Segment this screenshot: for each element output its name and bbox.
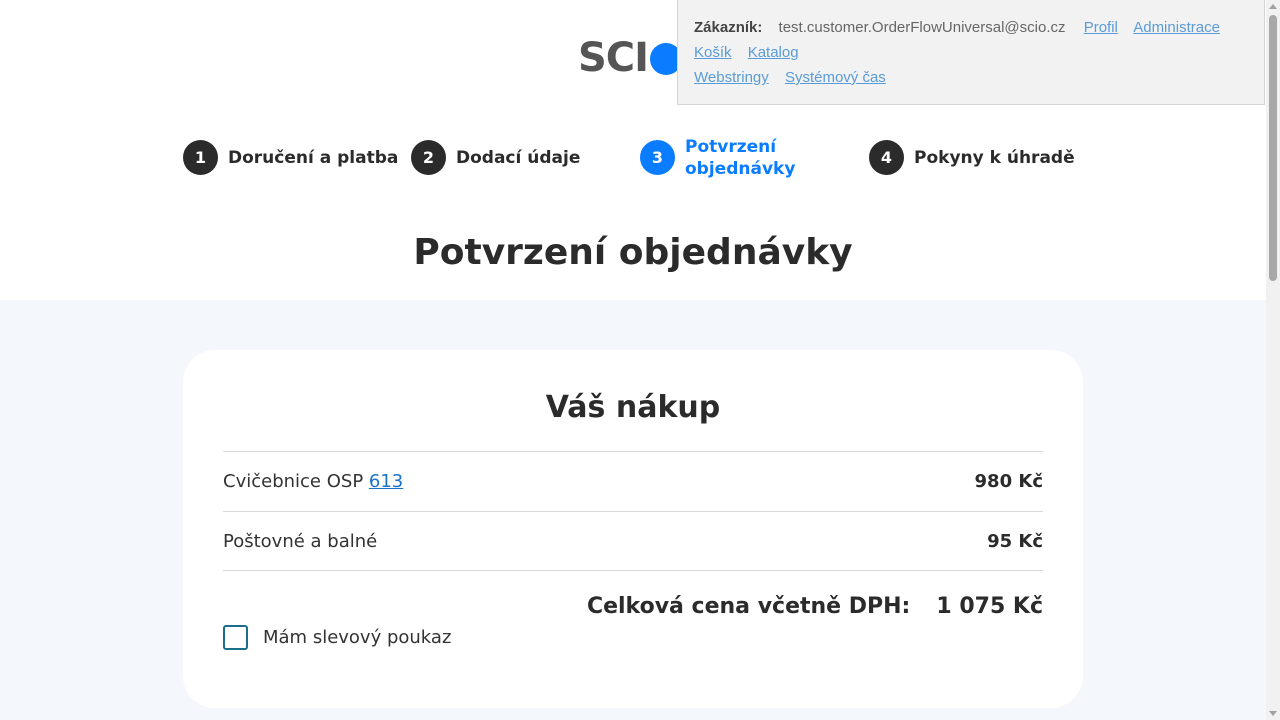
dev-panel-row: Webstringy Systémový čas — [694, 68, 1264, 93]
step-payment-instructions: 4 Pokyny k úhradě — [869, 135, 1075, 180]
customer-email: test.customer.OrderFlowUniversal@scio.cz — [778, 19, 1066, 36]
cart-summary-card: Váš nákup Cvičebnice OSP 613 980 Kč Pošt… — [183, 350, 1083, 708]
cart-item-row: Poštovné a balné 95 Kč — [223, 511, 1043, 571]
cart-item-price: 980 Kč — [974, 471, 1043, 492]
customer-label: Zákazník: — [694, 19, 763, 36]
catalog-link[interactable]: Katalog — [748, 44, 799, 61]
step-delivery-payment: 1 Doručení a platba — [183, 135, 398, 180]
scio-logo[interactable]: SCI — [578, 35, 683, 81]
content-area: Váš nákup Cvičebnice OSP 613 980 Kč Pošt… — [0, 300, 1266, 720]
cart-item-name: Poštovné a balné — [223, 530, 378, 552]
total-value: 1 075 Kč — [936, 594, 1043, 619]
system-time-link[interactable]: Systémový čas — [785, 69, 886, 86]
item-code-link[interactable]: 613 — [369, 471, 403, 492]
scroll-down-icon[interactable] — [1269, 711, 1277, 716]
dev-panel-row: Košík Katalog — [694, 43, 1264, 68]
dev-panel: Zákazník: test.customer.OrderFlowUnivers… — [677, 0, 1265, 105]
step-number: 3 — [640, 140, 675, 175]
cart-link[interactable]: Košík — [694, 44, 732, 61]
total-label: Celková cena včetně DPH: — [586, 594, 911, 619]
step-label: Doručení a platba — [228, 147, 399, 168]
step-number: 1 — [183, 140, 218, 175]
order-steps: 1 Doručení a platba 2 Dodací údaje 3 Pot… — [183, 135, 1083, 185]
step-number: 2 — [411, 140, 446, 175]
voucher-checkbox[interactable] — [223, 625, 248, 650]
item-name-text: Cvičebnice OSP — [223, 471, 364, 492]
step-label: Dodací údaje — [456, 147, 581, 168]
profile-link[interactable]: Profil — [1084, 19, 1118, 36]
cart-item-row: Cvičebnice OSP 613 980 Kč — [223, 451, 1043, 511]
total-price: Celková cena včetně DPH: 1 075 Kč — [587, 594, 1043, 619]
vertical-scrollbar[interactable] — [1266, 0, 1280, 720]
step-order-confirmation: 3 Potvrzení objednávky — [640, 135, 825, 180]
cart-item-price: 95 Kč — [987, 530, 1043, 552]
step-label: Potvrzení objednávky — [685, 136, 796, 179]
voucher-label: Mám slevový poukaz — [263, 627, 452, 648]
scroll-up-icon[interactable] — [1269, 4, 1277, 9]
voucher-option[interactable]: Mám slevový poukaz — [223, 625, 451, 650]
cart-title: Váš nákup — [545, 390, 721, 425]
webstrings-link[interactable]: Webstringy — [694, 69, 769, 86]
cart-item-name: Cvičebnice OSP 613 — [223, 471, 403, 492]
administration-link[interactable]: Administrace — [1133, 19, 1220, 36]
step-number: 4 — [869, 140, 904, 175]
scroll-thumb[interactable] — [1269, 15, 1277, 281]
step-delivery-details: 2 Dodací údaje — [411, 135, 580, 180]
dev-panel-row: Zákazník: test.customer.OrderFlowUnivers… — [694, 18, 1264, 43]
logo-text: SCI — [578, 35, 649, 81]
cart-items: Cvičebnice OSP 613 980 Kč Poštovné a bal… — [223, 451, 1043, 571]
page-title: Potvrzení objednávky — [413, 232, 853, 273]
step-label: Pokyny k úhradě — [914, 147, 1075, 168]
